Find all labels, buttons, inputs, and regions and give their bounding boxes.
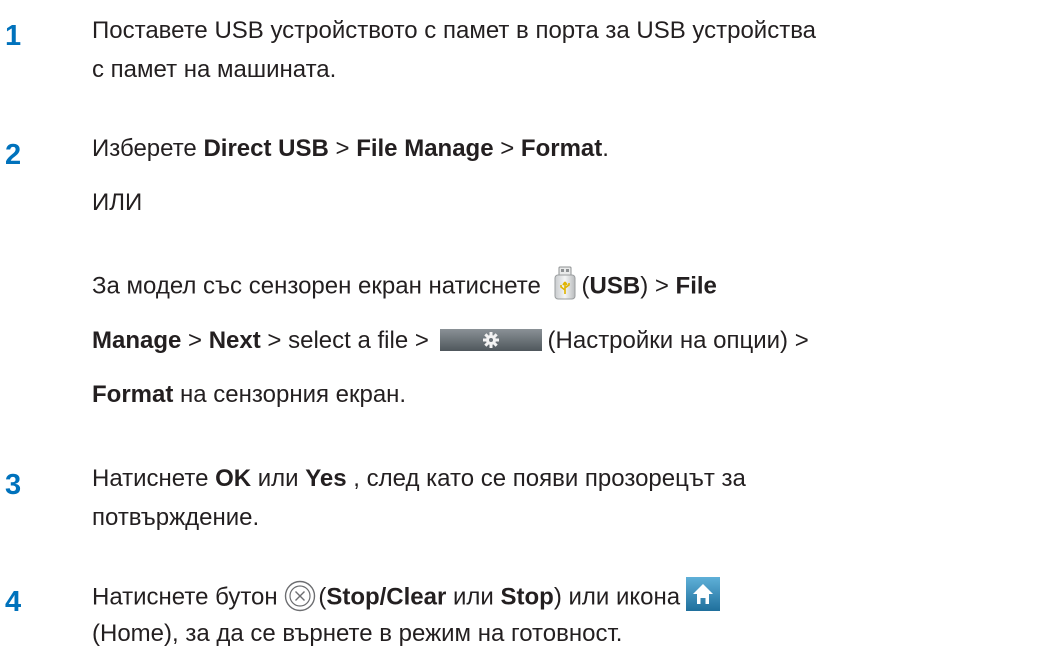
menu-format: Format (520, 135, 603, 162)
stop-clear-label: Stop/Clear (326, 583, 447, 611)
step-number-3: 3 (5, 469, 22, 501)
stop-clear-icon (284, 580, 316, 612)
step-4-line-2: (Home), за да се върнете в режим на гото… (92, 620, 623, 647)
file-label: File (675, 272, 717, 300)
step-2-touch-line-2: Manage > Next > select a file > (Настрой… (92, 327, 809, 354)
step-2-touch-line-3: Format на сензорния екран. (92, 381, 407, 408)
step-number-2: 2 (5, 139, 22, 171)
stop-label: Stop (500, 583, 554, 611)
step-3-line-2: потвърждение. (92, 504, 260, 531)
next-label: Next (208, 327, 261, 354)
or-label: ИЛИ (92, 189, 143, 216)
step-number-1: 1 (5, 20, 22, 52)
step-2-touch-line-1: За модел със сензорен екран натиснете (U… (92, 266, 717, 304)
step-number-4: 4 (5, 586, 22, 618)
step-4-line-1: Натиснете бутон (Stop/Clear или Stop) ил… (92, 577, 721, 615)
step-1-line-2: с памет на машината. (92, 56, 337, 83)
step-2-menu-path: Изберете Direct USB > File Manage > Form… (92, 135, 609, 162)
format-label: Format (92, 381, 174, 408)
yes-label: Yes (305, 465, 347, 492)
usb-icon (552, 266, 578, 300)
manage-label: Manage (92, 327, 182, 354)
step-1-line-1: Поставете USB устройството с памет в пор… (92, 17, 817, 44)
home-icon (686, 577, 721, 611)
ok-label: OK (215, 465, 252, 492)
gear-settings-icon (439, 328, 542, 351)
usb-label: USB (589, 272, 641, 300)
menu-file-manage: File Manage (356, 135, 494, 162)
step-3-line-1: Натиснете OK или Yes , след като се появ… (92, 465, 746, 492)
menu-direct-usb: Direct USB (203, 135, 329, 162)
